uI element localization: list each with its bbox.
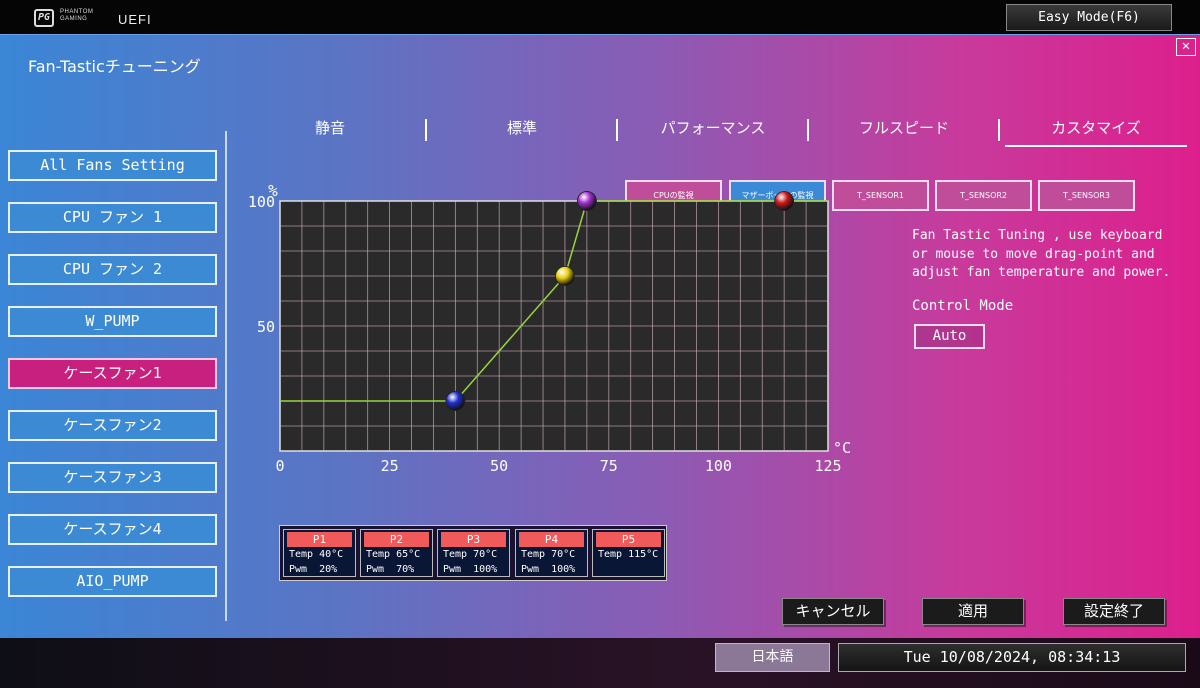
tab-customize[interactable]: カスタマイズ xyxy=(1005,115,1187,143)
uefi-label: UEFI xyxy=(118,12,152,27)
point-name: P1 xyxy=(287,532,352,547)
tab-separator xyxy=(998,119,1000,141)
x-tick-label: 100 xyxy=(705,457,732,475)
status-bar: 日本語 Tue 10/08/2024, 08:34:13 xyxy=(0,638,1200,688)
active-tab-underline xyxy=(1005,145,1187,147)
sensor-t-sensor2-button[interactable]: T_SENSOR2 xyxy=(935,180,1032,211)
y-tick-label: 50 xyxy=(257,318,275,336)
sidebar-item-cpu-fan-1[interactable]: CPU ファン 1 xyxy=(8,202,217,233)
top-bar: PG PHANTOM GAMING UEFI Easy Mode(F6) xyxy=(0,0,1200,34)
point-info-p1: P1 Temp 40°C Pwm 20% xyxy=(283,529,356,577)
page-title: Fan-Tasticチューニング xyxy=(28,57,201,76)
point-name: P2 xyxy=(364,532,429,547)
tab-full-speed[interactable]: フルスピード xyxy=(809,115,999,143)
x-tick-label: 25 xyxy=(381,457,399,475)
drag-point-p5[interactable] xyxy=(774,191,795,211)
point-temp: Temp 65°C xyxy=(366,549,421,560)
tab-standard[interactable]: 標準 xyxy=(427,115,617,143)
point-temp: Temp 70°C xyxy=(443,549,498,560)
sidebar-item-case-fan-4[interactable]: ケースファン4 xyxy=(8,514,217,545)
point-pwm: Pwm 70% xyxy=(366,564,415,575)
close-icon[interactable]: ✕ xyxy=(1176,38,1196,56)
drag-point-p4[interactable] xyxy=(576,191,597,211)
finish-settings-button[interactable]: 設定終了 xyxy=(1063,598,1165,625)
y-axis-label: % xyxy=(268,181,278,200)
x-tick-label: 50 xyxy=(490,457,508,475)
help-text: Fan Tastic Tuning , use keyboard or mous… xyxy=(912,227,1182,283)
point-pwm: Pwm 20% xyxy=(289,564,338,575)
sidebar-item-aio-pump[interactable]: AIO_PUMP xyxy=(8,566,217,597)
help-line: adjust fan temperature and power. xyxy=(912,265,1171,280)
easy-mode-button[interactable]: Easy Mode(F6) xyxy=(1006,4,1172,31)
main-panel: Fan-Tasticチューニング ✕ All Fans Setting CPU … xyxy=(0,34,1200,638)
x-tick-label: 125 xyxy=(814,457,841,475)
point-pwm: Pwm 100% xyxy=(521,564,576,575)
sidebar-item-case-fan-2[interactable]: ケースファン2 xyxy=(8,410,217,441)
x-tick-label: 75 xyxy=(600,457,618,475)
x-axis-label: °C xyxy=(833,439,851,457)
control-mode-button[interactable]: Auto xyxy=(914,324,985,349)
language-button[interactable]: 日本語 xyxy=(715,643,830,672)
point-pwm: Pwm 100% xyxy=(443,564,498,575)
tab-silent[interactable]: 静音 xyxy=(235,115,425,143)
point-temp: Temp 70°C xyxy=(521,549,576,560)
tab-performance[interactable]: パフォーマンス xyxy=(618,115,808,143)
drag-point-p1[interactable] xyxy=(445,391,466,411)
sensor-t-sensor3-button[interactable]: T_SENSOR3 xyxy=(1038,180,1135,211)
drag-point-p2[interactable] xyxy=(555,266,575,286)
sidebar-item-all-fans[interactable]: All Fans Setting xyxy=(8,150,217,181)
help-line: Fan Tastic Tuning , use keyboard xyxy=(912,228,1163,243)
point-info-p5: P5 Temp 115°C xyxy=(592,529,665,577)
datetime-display: Tue 10/08/2024, 08:34:13 xyxy=(838,643,1186,672)
fan-curve-chart[interactable]: 0 25 50 75 100 125 100 50% °C xyxy=(240,181,860,501)
point-name: P5 xyxy=(596,532,661,547)
sidebar-item-case-fan-1[interactable]: ケースファン1 xyxy=(8,358,217,389)
point-temp: Temp 115°C xyxy=(598,549,659,560)
sidebar-item-cpu-fan-2[interactable]: CPU ファン 2 xyxy=(8,254,217,285)
sidebar-item-case-fan-3[interactable]: ケースファン3 xyxy=(8,462,217,493)
point-info-p2: P2 Temp 65°C Pwm 70% xyxy=(360,529,433,577)
sidebar-divider xyxy=(225,131,227,621)
control-mode-label: Control Mode xyxy=(912,298,1014,314)
points-legend: P1 Temp 40°C Pwm 20% P2 Temp 65°C Pwm 70… xyxy=(279,525,667,581)
phantom-gaming-logo-icon: PG xyxy=(34,9,54,27)
point-info-p3: P3 Temp 70°C Pwm 100% xyxy=(437,529,510,577)
cancel-button[interactable]: キャンセル xyxy=(782,598,884,625)
x-tick-label: 0 xyxy=(275,457,284,475)
point-name: P4 xyxy=(519,532,584,547)
point-info-p4: P4 Temp 70°C Pwm 100% xyxy=(515,529,588,577)
point-temp: Temp 40°C xyxy=(289,549,344,560)
fan-curve-svg[interactable]: 0 25 50 75 100 12510050%°C xyxy=(240,141,860,491)
apply-button[interactable]: 適用 xyxy=(922,598,1024,625)
help-line: or mouse to move drag-point and xyxy=(912,246,1155,262)
sidebar-item-w-pump[interactable]: W_PUMP xyxy=(8,306,217,337)
brand-logo-text: PHANTOM GAMING xyxy=(60,9,94,22)
point-name: P3 xyxy=(441,532,506,547)
